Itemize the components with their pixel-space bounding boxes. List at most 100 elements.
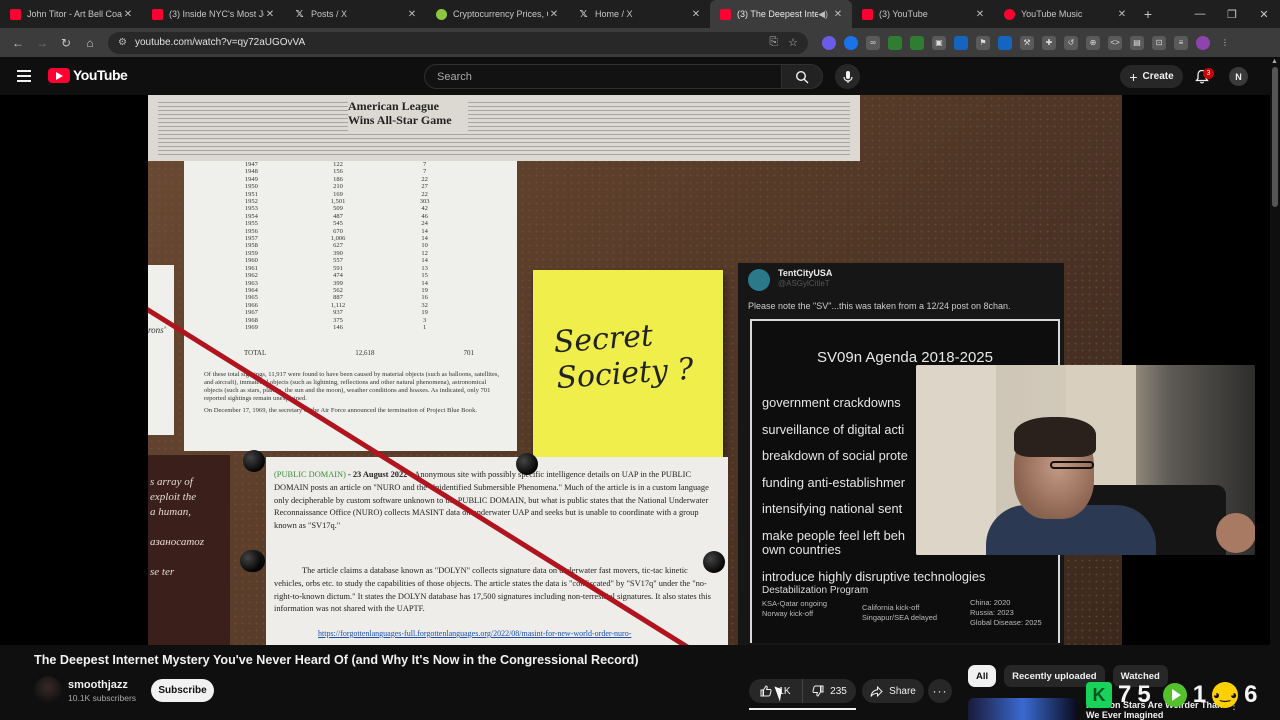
history-icon[interactable]: ↺ [1064, 35, 1078, 50]
close-icon[interactable]: ✕ [406, 9, 418, 20]
sightings-table-row: 1959 390 12 [208, 250, 468, 257]
sightings-table-row: 1951 169 22 [208, 191, 468, 198]
share-icon [870, 685, 883, 697]
forward-icon[interactable]: → [30, 31, 54, 55]
sightings-table-cell: 1966 [244, 301, 258, 309]
sightings-table-cell: 1969 [244, 323, 258, 331]
sightings-table-cell: 1,006 [330, 235, 346, 243]
search-button[interactable] [781, 64, 823, 89]
close-icon[interactable]: ✕ [832, 9, 844, 20]
youtube-logo[interactable]: YouTube [48, 67, 128, 83]
extension-icon[interactable] [822, 35, 836, 50]
browser-tab-active[interactable]: (3) The Deepest Intern◀) ✕ [710, 0, 852, 28]
sightings-table-cell: 46 [421, 212, 428, 220]
back-icon[interactable]: ← [6, 31, 30, 55]
page-scrollbar[interactable]: ▲ [1270, 57, 1280, 720]
extension-icon[interactable] [910, 35, 924, 50]
voice-search-button[interactable] [835, 64, 860, 89]
video-player[interactable]: American League Wins All-Star Game 1947 1… [0, 95, 1270, 645]
newspaper-columns [158, 101, 850, 155]
document-paragraph-2: The article claims a database known as "… [274, 566, 711, 614]
extension-icon[interactable] [844, 35, 858, 50]
extension-icon[interactable]: ⊕ [1086, 35, 1100, 50]
sightings-table-cell: 27 [421, 183, 428, 191]
sightings-table-row: 1955 545 24 [208, 220, 468, 227]
sightings-table-cell: 1959 [244, 249, 258, 257]
webcam-door [916, 365, 996, 555]
extension-icon[interactable]: ∞ [866, 35, 880, 50]
recommended-video-thumbnail[interactable] [968, 698, 1078, 720]
extension-icon[interactable]: ⚑ [976, 35, 990, 50]
home-icon[interactable]: ⌂ [78, 31, 102, 55]
sightings-table-cell: 1961 [244, 264, 258, 272]
close-icon[interactable]: ✕ [122, 9, 134, 20]
more-actions-button[interactable]: ··· [928, 679, 952, 703]
sightings-table-cell: 186 [333, 175, 343, 183]
subscribe-button[interactable]: Subscribe [151, 679, 214, 702]
sightings-table-row: 1964 562 19 [208, 287, 468, 294]
close-icon[interactable]: ✕ [690, 9, 702, 20]
document-paper: (PUBLIC DOMAIN) - 23 August 2022 - Anony… [266, 457, 728, 645]
create-label: Create [1142, 71, 1174, 82]
tab-title: (3) YouTube [879, 9, 928, 19]
browser-tab[interactable]: (3) Inside NYC's Most Jewi✕ [142, 0, 284, 28]
extension-icon[interactable]: ⚒ [1020, 35, 1034, 50]
install-app-icon[interactable]: ⎘ [769, 36, 778, 49]
total-label: TOTAL [244, 349, 267, 357]
thumbs-down-icon [812, 685, 824, 697]
browser-tab[interactable]: (3) YouTube ✕ [852, 0, 994, 28]
create-button[interactable]: + Create [1120, 65, 1183, 88]
youtube-icon [862, 8, 873, 20]
sightings-table-cell: 7 [423, 161, 427, 168]
devtools-icon[interactable]: <> [1108, 35, 1122, 50]
kick-viewer-count: 75 [1118, 681, 1157, 708]
tab-title: Home / X [595, 9, 633, 19]
scrollbar-thumb[interactable] [1272, 67, 1278, 207]
sightings-table-cell: 1956 [244, 227, 258, 235]
extension-icon[interactable] [954, 35, 968, 50]
search-input[interactable]: Search [424, 64, 782, 89]
url-text[interactable]: youtube.com/watch?v=qy72aUGOvVA [135, 37, 759, 48]
browser-menu-icon[interactable]: ⋮ [1218, 36, 1232, 50]
agenda-program-line: KSA-Qatar ongoing [762, 599, 828, 608]
profile-avatar[interactable] [1196, 35, 1210, 50]
close-icon[interactable]: ✕ [548, 9, 560, 20]
browser-tab[interactable]: 𝕏 Posts / X ✕ [284, 0, 426, 28]
site-info-icon[interactable]: ⚙ [118, 37, 127, 48]
extension-icon[interactable] [888, 35, 902, 50]
sightings-table-row: 1949 186 22 [208, 176, 468, 183]
share-button[interactable]: Share [862, 679, 924, 703]
side-panel-icon[interactable]: ▤ [1130, 35, 1144, 50]
channel-avatar[interactable] [34, 676, 62, 704]
new-tab-button[interactable]: + [1136, 6, 1160, 22]
address-bar[interactable]: ⚙ youtube.com/watch?v=qy72aUGOvVA ⎘ ☆ [108, 31, 808, 54]
extension-icon[interactable]: ⊡ [1152, 35, 1166, 50]
browser-tab[interactable]: 𝕏 Home / X ✕ [568, 0, 710, 28]
dislike-button[interactable]: 235 [803, 679, 856, 703]
channel-name[interactable]: smoothjazz [68, 679, 128, 691]
close-window-icon[interactable]: ✕ [1248, 0, 1280, 28]
reload-icon[interactable]: ↻ [54, 31, 78, 55]
restore-icon[interactable]: ❐ [1216, 0, 1248, 28]
browser-tab[interactable]: YouTube Music ✕ [994, 0, 1136, 28]
browser-tab[interactable]: John Titor - Art Bell Coast ✕ [0, 0, 142, 28]
push-pin [243, 450, 265, 472]
user-avatar[interactable]: N [1229, 67, 1248, 86]
cast-icon[interactable]: ≡ [1174, 35, 1188, 50]
close-icon[interactable]: ✕ [1116, 9, 1128, 20]
bookmark-star-icon[interactable]: ☆ [788, 36, 798, 49]
filter-chip[interactable]: All [968, 665, 997, 687]
hamburger-menu-icon[interactable] [14, 66, 34, 86]
plus-icon: + [1129, 68, 1138, 85]
close-icon[interactable]: ✕ [974, 9, 986, 20]
close-icon[interactable]: ✕ [264, 9, 276, 20]
sightings-table-cell: 1947 [244, 161, 258, 168]
puzzle-extensions-icon[interactable]: ✚ [1042, 35, 1056, 50]
extension-icon[interactable]: ▣ [932, 35, 946, 50]
minimize-icon[interactable]: — [1184, 0, 1216, 28]
scroll-up-icon[interactable]: ▲ [1271, 58, 1278, 65]
browser-tab[interactable]: Cryptocurrency Prices, Ch ✕ [426, 0, 568, 28]
sightings-table-row: 1950 210 27 [208, 183, 468, 190]
speaker-icon[interactable]: ◀) [818, 9, 828, 20]
extension-icon[interactable] [998, 35, 1012, 50]
